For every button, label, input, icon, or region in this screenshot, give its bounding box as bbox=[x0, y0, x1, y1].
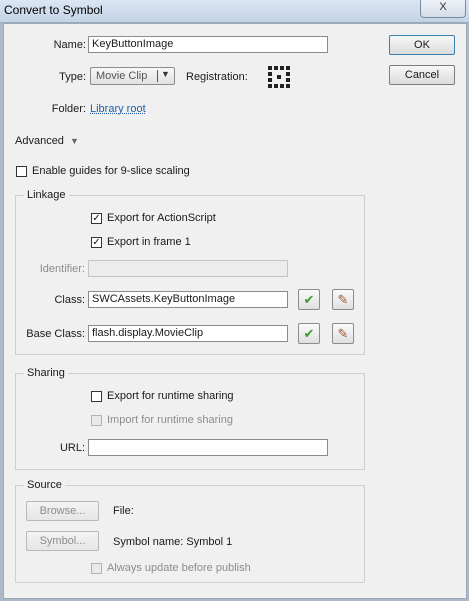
checkmark-icon: ✔ bbox=[303, 292, 315, 307]
pencil-icon: ✎ bbox=[337, 326, 349, 341]
chevron-down-icon: ▼ bbox=[161, 69, 170, 79]
name-field[interactable]: KeyButtonImage bbox=[88, 36, 328, 53]
type-dropdown[interactable]: Movie Clip ▼ bbox=[90, 67, 175, 85]
registration-grid-icon[interactable] bbox=[268, 66, 290, 88]
export-frame1-checkbox[interactable]: ✓ bbox=[91, 237, 102, 248]
source-title: Source bbox=[24, 479, 65, 491]
title-bar: Convert to Symbol X bbox=[0, 0, 469, 23]
close-button[interactable]: X bbox=[420, 0, 466, 18]
checkmark-icon: ✔ bbox=[303, 326, 315, 341]
name-label: Name: bbox=[53, 39, 86, 51]
validate-base-class-button[interactable]: ✔ bbox=[298, 323, 320, 344]
class-field[interactable]: SWCAssets.KeyButtonImage bbox=[88, 291, 288, 308]
always-update-checkbox[interactable] bbox=[91, 563, 102, 574]
export-frame1-label: Export in frame 1 bbox=[107, 236, 191, 248]
identifier-field[interactable] bbox=[88, 260, 288, 277]
export-runtime-checkbox[interactable] bbox=[91, 391, 102, 402]
url-label: URL: bbox=[59, 442, 85, 454]
advanced-toggle[interactable]: Advanced ▼ bbox=[15, 135, 79, 147]
pencil-icon: ✎ bbox=[337, 292, 349, 307]
file-label: File: bbox=[113, 505, 134, 517]
url-field[interactable] bbox=[88, 439, 328, 456]
dropdown-separator bbox=[157, 70, 158, 82]
triangle-down-icon: ▼ bbox=[70, 136, 79, 146]
cancel-button[interactable]: Cancel bbox=[389, 65, 455, 85]
sharing-title: Sharing bbox=[24, 367, 68, 379]
window-title: Convert to Symbol bbox=[4, 3, 103, 17]
registration-label: Registration: bbox=[186, 71, 248, 83]
advanced-label: Advanced bbox=[15, 135, 64, 147]
folder-label: Folder: bbox=[51, 103, 86, 115]
import-runtime-checkbox[interactable] bbox=[91, 415, 102, 426]
export-actionscript-label: Export for ActionScript bbox=[107, 212, 216, 224]
type-label: Type: bbox=[59, 71, 86, 83]
edit-base-class-button[interactable]: ✎ bbox=[332, 323, 354, 344]
symbol-button[interactable]: Symbol... bbox=[26, 531, 99, 551]
identifier-label: Identifier: bbox=[39, 263, 85, 275]
class-label: Class: bbox=[54, 294, 85, 306]
linkage-title: Linkage bbox=[24, 189, 69, 201]
edit-class-button[interactable]: ✎ bbox=[332, 289, 354, 310]
close-icon: X bbox=[439, 1, 447, 13]
symbol-name-label: Symbol name: Symbol 1 bbox=[113, 536, 233, 548]
browse-button[interactable]: Browse... bbox=[26, 501, 99, 521]
validate-class-button[interactable]: ✔ bbox=[298, 289, 320, 310]
base-class-label: Base Class: bbox=[26, 328, 85, 340]
export-actionscript-checkbox[interactable]: ✓ bbox=[91, 213, 102, 224]
export-runtime-label: Export for runtime sharing bbox=[107, 390, 234, 402]
always-update-label: Always update before publish bbox=[107, 562, 251, 574]
nine-slice-checkbox[interactable] bbox=[16, 166, 27, 177]
base-class-field[interactable]: flash.display.MovieClip bbox=[88, 325, 288, 342]
import-runtime-label: Import for runtime sharing bbox=[107, 414, 233, 426]
folder-link[interactable]: Library root bbox=[90, 103, 146, 115]
ok-button[interactable]: OK bbox=[389, 35, 455, 55]
nine-slice-label: Enable guides for 9-slice scaling bbox=[32, 165, 190, 177]
type-dropdown-value: Movie Clip bbox=[96, 70, 148, 82]
